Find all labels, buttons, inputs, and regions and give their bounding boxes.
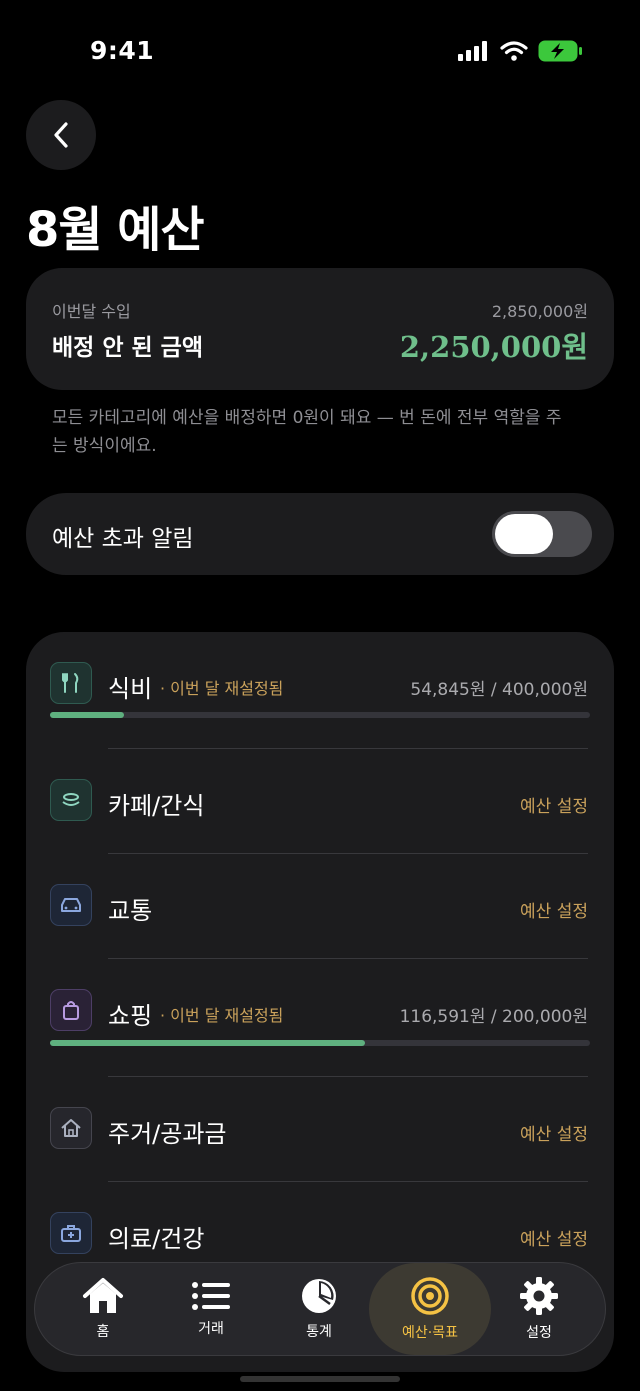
wifi-icon bbox=[500, 41, 528, 61]
category-progress-fill bbox=[50, 1040, 365, 1046]
category-reset-note: · 이번 달 재설정됨 bbox=[160, 1006, 284, 1025]
toggle-knob bbox=[495, 514, 553, 554]
category-row-cafe[interactable]: 카페/간식 예산 설정 bbox=[26, 749, 614, 853]
category-list: 식비 · 이번 달 재설정됨 54,845원 / 400,000원 카페/간식 … bbox=[26, 632, 614, 1372]
category-amount: 54,845원 / 400,000원 bbox=[410, 680, 588, 700]
overspend-alert-row: 예산 초과 알림 bbox=[26, 493, 614, 575]
tab-settings[interactable]: 설정 bbox=[485, 1263, 593, 1355]
category-reset-note: · 이번 달 재설정됨 bbox=[160, 679, 284, 698]
status-icons bbox=[458, 40, 584, 62]
shopping-bag-icon bbox=[50, 989, 92, 1031]
home-icon bbox=[83, 1278, 123, 1313]
category-row-shopping[interactable]: 쇼핑 · 이번 달 재설정됨 116,591원 / 200,000원 bbox=[26, 959, 614, 1059]
income-card: 이번달 수입 2,850,000원 배정 안 된 금액 2,250,000원 bbox=[26, 268, 614, 390]
category-name: 의료/건강 bbox=[108, 1225, 205, 1253]
category-name: 카페/간식 bbox=[108, 792, 205, 820]
tab-label: 설정 bbox=[526, 1325, 552, 1341]
category-name: 주거/공과금 bbox=[108, 1120, 227, 1148]
category-amount: 116,591원 / 200,000원 bbox=[399, 1007, 588, 1027]
income-value: 2,850,000원 bbox=[491, 302, 588, 321]
cup-icon bbox=[50, 779, 92, 821]
set-budget-link[interactable]: 예산 설정 bbox=[520, 897, 588, 922]
house-icon bbox=[50, 1107, 92, 1149]
overspend-alert-toggle[interactable] bbox=[492, 511, 592, 557]
set-budget-link[interactable]: 예산 설정 bbox=[520, 792, 588, 817]
status-time: 9:41 bbox=[90, 36, 155, 65]
home-indicator bbox=[240, 1376, 400, 1382]
fork-knife-icon bbox=[50, 662, 92, 704]
tab-bar: 홈 거래 통계 예산·목표 설정 bbox=[34, 1262, 606, 1356]
gear-icon bbox=[520, 1277, 558, 1315]
category-progress-bar bbox=[50, 1040, 590, 1046]
list-icon bbox=[192, 1282, 230, 1310]
category-progress-fill bbox=[50, 712, 124, 718]
chevron-left-icon bbox=[54, 122, 68, 148]
category-progress-bar bbox=[50, 712, 590, 718]
set-budget-link[interactable]: 예산 설정 bbox=[520, 1120, 588, 1145]
income-label: 이번달 수입 bbox=[52, 302, 131, 321]
tab-label: 통계 bbox=[306, 1324, 332, 1340]
battery-charging-icon bbox=[538, 40, 582, 62]
back-button[interactable] bbox=[26, 100, 96, 170]
pie-chart-icon bbox=[302, 1279, 336, 1313]
tab-transactions[interactable]: 거래 bbox=[157, 1263, 265, 1355]
target-icon bbox=[411, 1277, 449, 1315]
cellular-signal-icon bbox=[458, 41, 487, 61]
tab-label: 거래 bbox=[198, 1321, 224, 1337]
category-row-housing[interactable]: 주거/공과금 예산 설정 bbox=[26, 1077, 614, 1181]
tab-budget-goals[interactable]: 예산·목표 bbox=[369, 1263, 491, 1355]
category-row-food[interactable]: 식비 · 이번 달 재설정됨 54,845원 / 400,000원 bbox=[26, 632, 614, 732]
category-row-transport[interactable]: 교통 예산 설정 bbox=[26, 854, 614, 958]
tab-statistics[interactable]: 통계 bbox=[265, 1263, 373, 1355]
category-name: 쇼핑 bbox=[108, 1002, 153, 1030]
medical-kit-icon bbox=[50, 1212, 92, 1254]
overspend-alert-label: 예산 초과 알림 bbox=[52, 526, 194, 552]
category-name: 식비 bbox=[108, 675, 153, 703]
unassigned-label: 배정 안 된 금액 bbox=[52, 335, 203, 361]
tab-label: 홈 bbox=[96, 1324, 110, 1340]
category-name: 교통 bbox=[108, 897, 153, 925]
budget-description: 모든 카테고리에 예산을 배정하면 0원이 돼요 — 번 돈에 전부 역할을 주… bbox=[52, 408, 562, 456]
tab-label: 예산·목표 bbox=[402, 1325, 458, 1341]
page-title: 8월 예산 bbox=[26, 202, 205, 258]
tab-home[interactable]: 홈 bbox=[49, 1263, 157, 1355]
car-icon bbox=[50, 884, 92, 926]
set-budget-link[interactable]: 예산 설정 bbox=[520, 1225, 588, 1250]
unassigned-value: 2,250,000원 bbox=[399, 330, 588, 364]
